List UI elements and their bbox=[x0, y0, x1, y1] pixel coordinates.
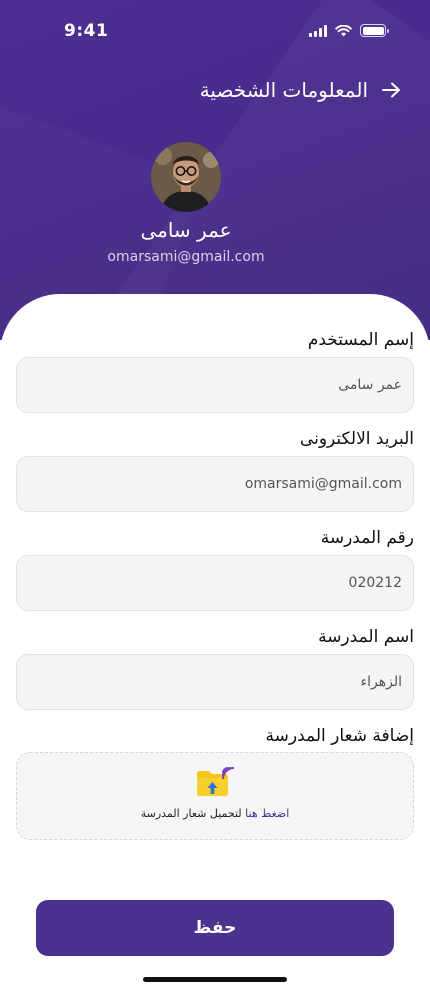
username-input[interactable] bbox=[28, 377, 402, 393]
upload-instruction: اضغط هنا لتحميل شعار المدرسة bbox=[141, 807, 290, 820]
email-field[interactable] bbox=[16, 456, 414, 512]
folder-upload-icon bbox=[197, 767, 235, 796]
upload-hint: لتحميل شعار المدرسة bbox=[140, 807, 246, 820]
username-field[interactable] bbox=[16, 357, 414, 413]
logo-upload-area[interactable]: اضغط هنا لتحميل شعار المدرسة bbox=[16, 752, 414, 840]
school-name-input[interactable] bbox=[28, 674, 402, 690]
upload-link[interactable]: اضغط هنا bbox=[245, 807, 289, 820]
school-name-label: اسم المدرسة bbox=[318, 627, 414, 647]
school-number-field[interactable] bbox=[16, 555, 414, 611]
username-label: إسم المستخدم bbox=[307, 330, 414, 350]
school-name-field[interactable] bbox=[16, 654, 414, 710]
school-logo-label: إضافة شعار المدرسة bbox=[265, 726, 414, 746]
school-number-input[interactable] bbox=[28, 575, 402, 591]
home-indicator bbox=[143, 977, 287, 982]
save-button[interactable]: حفظ bbox=[36, 900, 394, 956]
email-input[interactable] bbox=[28, 476, 402, 492]
email-label: البريد الالكترونى bbox=[299, 429, 414, 449]
school-number-label: رقم المدرسة bbox=[320, 528, 414, 548]
